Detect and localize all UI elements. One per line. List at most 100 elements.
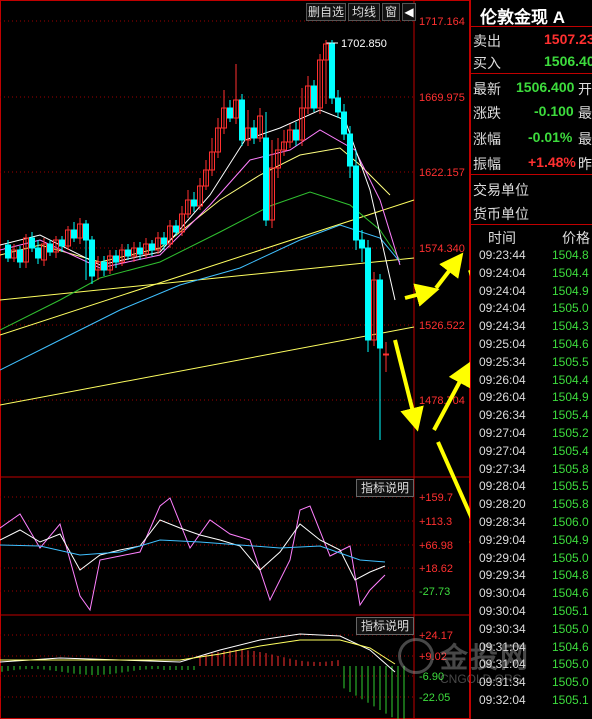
annotation-arrow — [404, 283, 440, 307]
indicator2-help-button[interactable]: 指标说明 — [356, 617, 415, 635]
tick-price: 1505.0 — [552, 301, 589, 316]
sell-label: 卖出 — [473, 33, 501, 49]
price-tick-label: 1574.340 — [419, 243, 465, 255]
tick-time: 09:24:04 — [479, 283, 526, 298]
tick-row: 09:26:34 1505.4 — [470, 406, 592, 423]
candle-body — [89, 239, 95, 277]
tick-time: 09:27:34 — [479, 461, 526, 476]
tick-time: 09:28:20 — [479, 497, 526, 512]
latest-label: 最新 — [473, 81, 501, 97]
chevron-left-icon[interactable]: ◀ — [402, 3, 416, 21]
tick-row: 09:27:34 1505.8 — [470, 460, 592, 477]
tick-time: 09:24:04 — [479, 301, 526, 316]
tick-price: 1505.0 — [552, 657, 589, 672]
price-tick-label: 1478.704 — [419, 395, 465, 407]
tick-price: 1504.9 — [552, 283, 589, 298]
osc-tick-label: +113.3 — [419, 516, 452, 528]
candle-body — [365, 247, 371, 341]
macd-signal-line — [0, 639, 396, 665]
candle-body — [347, 133, 353, 167]
tick-price: 1504.8 — [552, 248, 589, 262]
tick-row: 09:27:04 1505.4 — [470, 442, 592, 459]
time-column-header: 时间 — [488, 230, 516, 246]
price-tick-label: 1622.157 — [419, 167, 465, 179]
tick-row: 09:24:34 1504.3 — [470, 317, 592, 334]
tick-price: 1504.8 — [552, 568, 589, 583]
tick-row: 09:31:04 1505.0 — [470, 655, 592, 672]
candle-body — [239, 99, 245, 141]
tick-row: 09:24:04 1504.4 — [470, 264, 592, 281]
tick-time: 09:30:04 — [479, 586, 526, 601]
window-button[interactable]: 窗 — [382, 3, 400, 21]
tick-price: 1505.0 — [552, 621, 589, 636]
delete-favorite-button[interactable]: 删自选 — [306, 3, 346, 21]
tick-row: 09:31:34 1505.0 — [470, 673, 592, 690]
osc-tick-label: +66.98 — [419, 540, 453, 552]
tick-row: 09:24:04 1504.9 — [470, 282, 592, 299]
tick-price: 1506.0 — [552, 515, 589, 529]
tick-price: 1505.1 — [552, 604, 589, 618]
macd-tick-label: -22.05 — [419, 692, 450, 704]
tick-time: 09:31:04 — [479, 639, 526, 654]
candle-body — [125, 249, 131, 257]
candle-body — [263, 137, 269, 221]
tick-row: 09:27:04 1505.2 — [470, 424, 592, 441]
trend-line — [0, 257, 415, 301]
currency-unit-label: 货币单位 — [473, 206, 529, 222]
low-label: 最 — [578, 131, 592, 147]
candle-body — [5, 244, 11, 259]
tick-price: 1504.9 — [552, 390, 589, 405]
latest-row: 最新 1506.400 开 — [470, 76, 592, 98]
candle-body — [383, 353, 389, 356]
tick-row: 09:29:04 1504.9 — [470, 531, 592, 548]
osc-tick-label: +18.62 — [419, 563, 453, 575]
tick-price: 1505.5 — [552, 479, 589, 494]
sell-row: 卖出 1507.23 — [470, 28, 592, 50]
change-pct-row: 涨幅 -0.01% 最 — [470, 126, 592, 148]
tick-row: 09:24:04 1505.0 — [470, 299, 592, 316]
kline-chart[interactable]: 1717.164 1669.975 1622.157 1574.340 1526.522… — [0, 0, 470, 719]
moving-average-button[interactable]: 均线 — [348, 3, 380, 21]
chart-area[interactable]: 1717.164 1669.975 1622.157 1574.340 1526.522… — [0, 0, 528, 719]
candle-body — [149, 243, 155, 251]
candle-body — [191, 199, 197, 207]
high-label: 最 — [578, 105, 592, 121]
tick-time: 09:27:04 — [479, 426, 526, 440]
candle-body — [59, 239, 65, 247]
instrument-title: 伦敦金现 A — [480, 8, 565, 27]
tick-time: 09:25:04 — [479, 337, 526, 351]
candle-body — [161, 237, 167, 245]
tick-time: 09:29:34 — [479, 568, 526, 583]
candle-body — [341, 111, 347, 135]
change-pct-value: -0.01% — [528, 129, 573, 145]
tick-time: 09:24:04 — [479, 265, 526, 280]
tick-row: 09:25:04 1504.6 — [470, 335, 592, 352]
tick-price: 1505.8 — [552, 461, 589, 476]
candle-body — [101, 261, 107, 271]
candle-body — [353, 165, 359, 241]
tick-time: 09:26:34 — [479, 408, 526, 423]
quote-panel: 伦敦金现 A 卖出 1507.23 买入 1506.40 最新 1506.400… — [470, 0, 592, 719]
sell-value: 1507.23 — [544, 31, 592, 47]
buy-value: 1506.40 — [544, 53, 592, 69]
tick-row: 09:29:04 1505.0 — [470, 549, 592, 566]
tick-row: 09:30:04 1504.6 — [470, 584, 592, 601]
candle-body — [335, 97, 341, 113]
tick-price: 1504.6 — [552, 586, 589, 601]
tick-time: 09:24:34 — [479, 319, 526, 334]
tick-row: 09:30:34 1505.0 — [470, 620, 592, 637]
buy-label: 买入 — [473, 55, 501, 71]
annotation-arrow — [393, 339, 424, 432]
tick-time: 09:23:44 — [479, 248, 526, 262]
macd-tick-label: +9.02 — [419, 651, 447, 663]
amplitude-row: 振幅 +1.48% 昨 — [470, 151, 592, 173]
candle-body — [137, 247, 143, 255]
indicator1-help-button[interactable]: 指标说明 — [356, 479, 415, 497]
ma-line — [0, 224, 401, 371]
annotation-arrow — [434, 252, 464, 290]
candle-body — [47, 243, 53, 253]
amplitude-label: 振幅 — [473, 156, 501, 172]
candle-body — [29, 237, 35, 249]
currency-unit-row: 货币单位 — [470, 201, 592, 223]
change-label: 涨跌 — [473, 105, 501, 121]
